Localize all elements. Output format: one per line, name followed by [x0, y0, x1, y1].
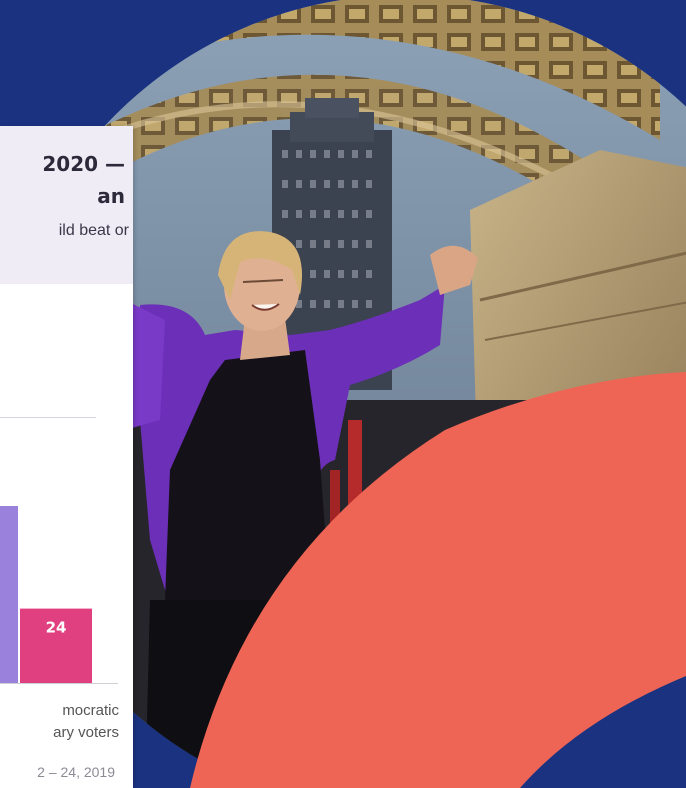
bar-pink-value-label: 24 [46, 619, 67, 637]
chart-title-line1: 2020 — [42, 152, 125, 176]
chart-card: 2020 — an ild beat or 24 mocratic ary vo… [0, 126, 133, 788]
bar-purple [0, 506, 18, 683]
chart-footnote: 2 – 24, 2019 [37, 764, 115, 780]
chart-title-line2: an [97, 184, 125, 208]
chart-header: 2020 — an ild beat or [0, 126, 133, 284]
chart-subtitle: ild beat or [58, 222, 129, 239]
chart-baseline [0, 683, 118, 684]
bar-chart: 24 [0, 506, 92, 683]
chart-divider [0, 417, 96, 418]
category-label-line1: mocratic [62, 702, 119, 719]
chart-title: 2020 — an [0, 148, 125, 212]
category-label-line2: ary voters [53, 724, 119, 741]
category-label: mocratic ary voters [0, 700, 119, 744]
